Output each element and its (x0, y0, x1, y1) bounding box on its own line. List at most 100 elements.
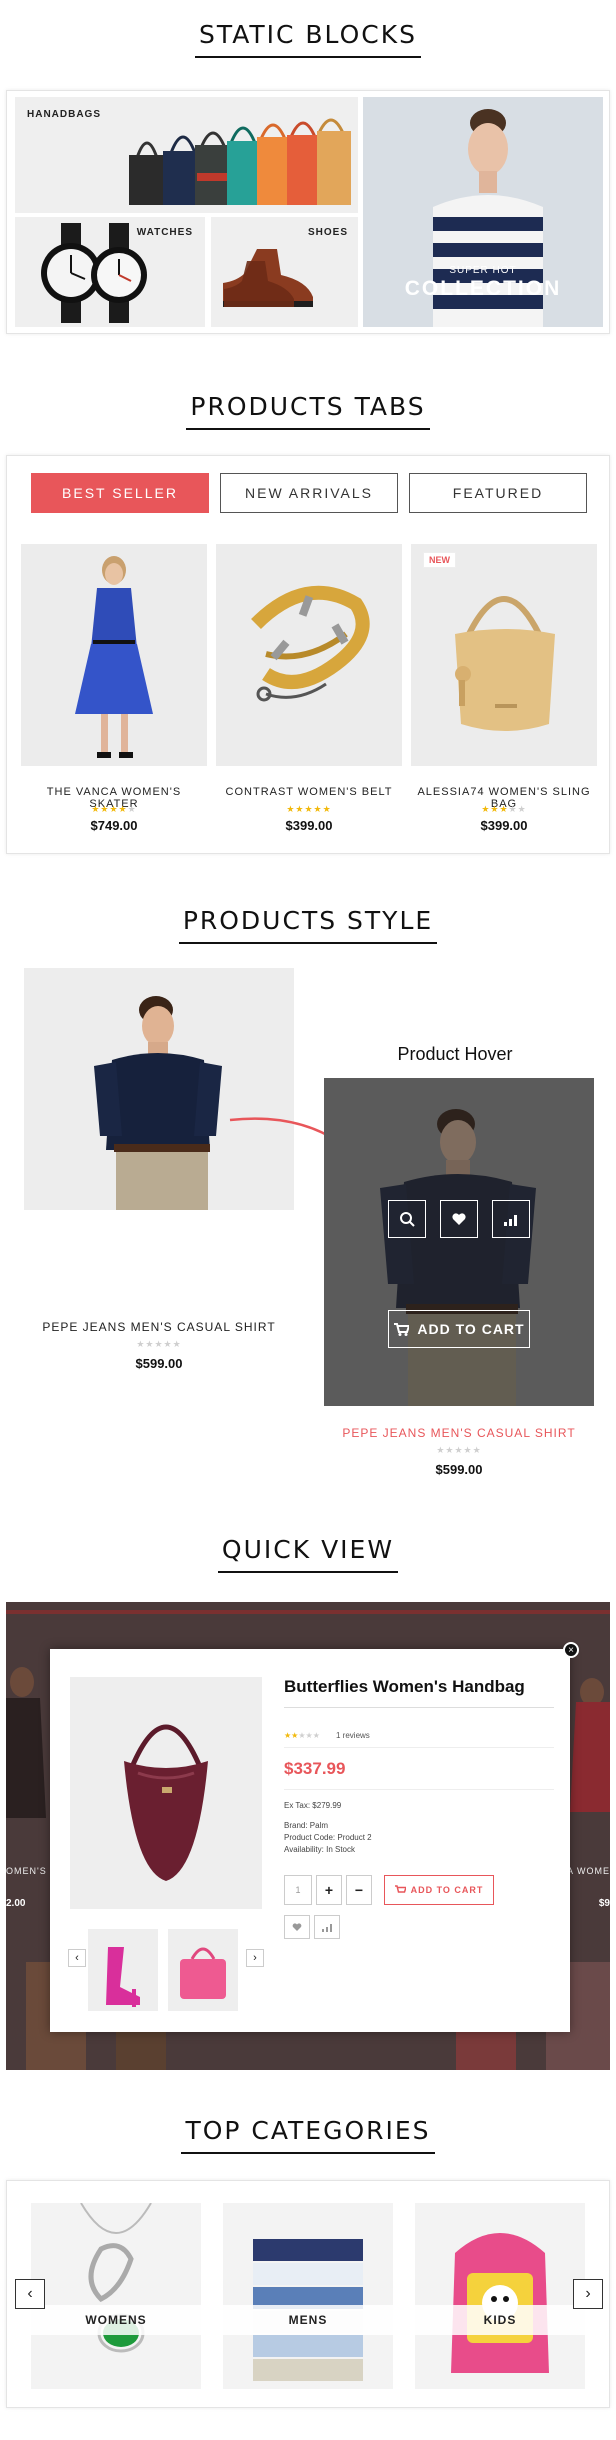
product-rating-sling-bag: ★★★★★ (481, 804, 527, 814)
category-label-mens: MENS (223, 2305, 393, 2335)
quantity-minus-button[interactable]: − (346, 1875, 372, 1905)
quick-view-brand: Brand: Palm (284, 1821, 329, 1830)
tab-featured[interactable]: FEATURED (409, 473, 587, 513)
categories-next-button[interactable]: › (573, 2279, 603, 2309)
heart-icon (292, 1923, 302, 1931)
compare-icon (322, 1924, 332, 1932)
bg-left-product-price: 2.00 (6, 1898, 26, 1909)
product-style-hover-rating: ★★★★★ (436, 1445, 482, 1455)
compare-icon (504, 1215, 517, 1226)
product-rating-skater: ★★★★★ (91, 804, 137, 814)
section-title-products-tabs: PRODUCTS TABS (0, 392, 616, 430)
product-style-hover-price: $599.00 (435, 1462, 483, 1477)
product-image-belt[interactable] (216, 544, 402, 766)
quick-view-compare-button[interactable] (314, 1915, 340, 1939)
close-icon: × (568, 1644, 574, 1656)
heart-icon (452, 1213, 466, 1225)
quick-view-product-code: Product Code: Product 2 (284, 1833, 372, 1842)
dress-image (75, 556, 153, 758)
product-hover-caption: Product Hover (397, 1044, 513, 1064)
product-style-hover-image[interactable]: ADD TO CART (324, 1078, 594, 1406)
top-categories-panel: WOMENS MENS KIDS ‹ › (6, 2180, 610, 2408)
search-icon (400, 1212, 415, 1227)
watches-image (41, 223, 147, 323)
quick-view-thumb-2[interactable] (168, 1929, 238, 2011)
section-title-top-categories: TOP CATEGORIES (0, 2116, 616, 2154)
static-blocks-panel: HANADBAGS WATCHES SHOES SUPER HOT COLLEC… (6, 90, 610, 334)
quantity-plus-button[interactable]: + (316, 1875, 342, 1905)
chevron-left-icon: ‹ (27, 2285, 33, 2302)
product-price-skater: $749.00 (90, 818, 138, 833)
thumb-prev-button[interactable]: ‹ (68, 1949, 86, 1967)
quick-view-price: $337.99 (284, 1759, 346, 1778)
sling-bag-image (455, 596, 555, 731)
shirt-model-hover-image (324, 1078, 594, 1406)
quick-view-modal: ‹ › Butterflies Women's Handbag ★★★★★ 1 … (50, 1649, 570, 2032)
quantity-input[interactable]: 1 (284, 1875, 312, 1905)
handbag-image (124, 1724, 208, 1881)
shoes-image (223, 249, 313, 307)
product-style-normal-price: $599.00 (135, 1356, 183, 1371)
tab-best-seller[interactable]: BEST SELLER (31, 473, 209, 513)
quick-view-close-button[interactable]: × (563, 1642, 579, 1658)
thumb-next-button[interactable]: › (246, 1949, 264, 1967)
hover-search-button[interactable] (388, 1200, 426, 1238)
pink-bag-image (180, 1947, 226, 1999)
product-style-normal-name[interactable]: PEPE JEANS MEN'S CASUAL SHIRT (24, 1320, 294, 1334)
shoes-block[interactable]: SHOES (211, 217, 358, 327)
hover-compare-button[interactable] (492, 1200, 530, 1238)
shoes-label: SHOES (307, 227, 348, 238)
bg-right-product-price: $9 (598, 1898, 610, 1909)
hover-wishlist-button[interactable] (440, 1200, 478, 1238)
quick-view-add-to-cart-label: ADD TO CART (410, 1885, 484, 1895)
hover-add-to-cart-label: ADD TO CART (417, 1321, 525, 1337)
new-badge: NEW (423, 552, 456, 568)
product-price-belt: $399.00 (285, 818, 333, 833)
quick-view-divider-2 (284, 1789, 554, 1790)
product-image-sling-bag[interactable]: NEW (411, 544, 597, 766)
section-title-static-blocks: STATIC BLOCKS (0, 20, 616, 58)
quick-view-wishlist-button[interactable] (284, 1915, 310, 1939)
categories-prev-button[interactable]: ‹ (15, 2279, 45, 2309)
section-title-products-style: PRODUCTS STYLE (0, 906, 616, 944)
necklace-image (80, 2203, 152, 2353)
category-label-womens: WOMENS (31, 2305, 201, 2335)
belt-image (251, 585, 370, 702)
product-style-normal-rating: ★★★★★ (136, 1339, 182, 1349)
promo-super-hot: SUPER HOT (449, 265, 517, 276)
handbags-image (129, 118, 351, 205)
product-style-hover-name[interactable]: PEPE JEANS MEN'S CASUAL SHIRT (324, 1426, 594, 1440)
chevron-right-icon: › (585, 2285, 591, 2302)
quick-view-availability: Availability: In Stock (284, 1845, 355, 1854)
handbags-block[interactable]: HANADBAGS (15, 97, 358, 213)
product-rating-belt: ★★★★★ (286, 804, 332, 814)
pink-shoe-image (106, 1947, 140, 2007)
cart-icon (394, 1885, 406, 1893)
bg-right-product-name: A WOME (566, 1866, 610, 1876)
product-name-belt[interactable]: CONTRAST WOMEN'S BELT (216, 786, 402, 798)
products-tabs-panel: BEST SELLER NEW ARRIVALS FEATURED THE VA… (6, 455, 610, 854)
handbags-label: HANADBAGS (27, 109, 101, 120)
quick-view-product-title: Butterflies Women's Handbag (284, 1677, 554, 1708)
quick-view-divider-1 (284, 1747, 554, 1748)
quick-view-rating: ★★★★★ (284, 1731, 320, 1740)
quick-view-reviews-link[interactable]: 1 reviews (336, 1731, 370, 1740)
quick-view-ex-tax: Ex Tax: $279.99 (284, 1801, 342, 1810)
category-card-mens[interactable]: MENS (223, 2203, 393, 2389)
quick-view-thumb-1[interactable] (88, 1929, 158, 2011)
category-label-kids: KIDS (415, 2305, 585, 2335)
quick-view-add-to-cart-button[interactable]: ADD TO CART (384, 1875, 494, 1905)
product-price-sling-bag: $399.00 (480, 818, 528, 833)
product-image-skater-dress[interactable] (21, 544, 207, 766)
folded-shirts-image (253, 2239, 363, 2381)
section-title-quick-view: QUICK VIEW (0, 1535, 616, 1573)
category-card-kids[interactable]: KIDS (415, 2203, 585, 2389)
hover-add-to-cart-button[interactable]: ADD TO CART (388, 1310, 530, 1348)
collection-promo-block[interactable]: SUPER HOT COLLECTION (363, 97, 603, 327)
kids-backpack-image (451, 2233, 549, 2373)
promo-collection: COLLECTION (404, 277, 562, 300)
tab-new-arrivals[interactable]: NEW ARRIVALS (220, 473, 398, 513)
category-card-womens[interactable]: WOMENS (31, 2203, 201, 2389)
quick-view-main-image[interactable] (70, 1677, 262, 1909)
watches-block[interactable]: WATCHES (15, 217, 205, 327)
